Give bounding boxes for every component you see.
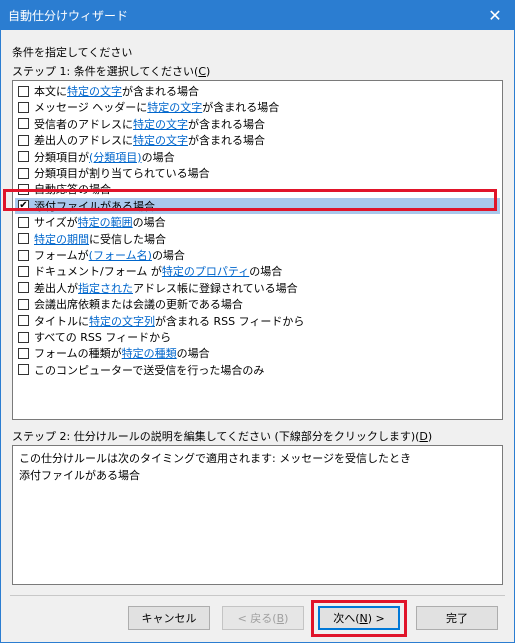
condition-text: すべての RSS フィードから (34, 331, 172, 344)
condition-item[interactable]: 差出人のアドレスに 特定の文字 が含まれる場合 (15, 132, 500, 148)
condition-checkbox[interactable] (18, 118, 29, 130)
condition-item[interactable]: このコンピューターで送受信を行った場合のみ (15, 362, 500, 378)
condition-text: の場合 (176, 347, 210, 361)
condition-link[interactable]: 特定の期間 (34, 231, 89, 247)
condition-item[interactable]: 差出人が 指定された アドレス帳に登録されている場合 (15, 280, 500, 296)
condition-text: 本文に (34, 85, 67, 98)
step1-label: ステップ 1: 条件を選択してください(C) (12, 65, 211, 78)
condition-text: 添付ファイルがある場合 (34, 199, 155, 213)
condition-text: の場合 (141, 150, 175, 164)
condition-text: 分類項目が (34, 150, 89, 164)
condition-link[interactable]: 特定の範囲 (78, 214, 133, 230)
condition-text: の場合 (132, 216, 166, 230)
window-title: 自動仕分けウィザード (8, 8, 129, 23)
condition-checkbox[interactable] (18, 347, 29, 359)
condition-item[interactable]: 自動応答の場合 (15, 181, 500, 197)
condition-text: の場合 (249, 265, 283, 279)
condition-item[interactable]: 特定の期間 に受信した場合 (15, 231, 500, 247)
condition-link[interactable]: (フォーム名) (89, 247, 152, 263)
next-button[interactable]: 次へ(N) > (318, 606, 400, 630)
condition-text: タイトルに (34, 314, 89, 328)
condition-link[interactable]: 特定の種類 (122, 345, 177, 361)
separator (10, 595, 505, 596)
condition-link[interactable]: 指定された (78, 280, 133, 296)
condition-checkbox[interactable] (18, 183, 29, 195)
condition-text: アドレス帳に登録されている場合 (133, 281, 298, 295)
condition-checkbox[interactable] (18, 85, 29, 97)
condition-link[interactable]: 特定の文字 (133, 132, 188, 148)
condition-item[interactable]: すべての RSS フィードから (15, 329, 500, 345)
condition-text: の場合 (151, 249, 185, 262)
condition-checkbox[interactable] (18, 364, 29, 376)
condition-checkbox[interactable] (18, 331, 29, 343)
condition-link[interactable]: 特定の文字 (67, 83, 122, 99)
rule-description-line: この仕分けルールは次のタイミングで適用されます: メッセージを受信したとき (19, 452, 411, 465)
rule-description-line: 添付ファイルがある場合 (19, 469, 140, 482)
condition-item[interactable]: タイトルに 特定の文字列 が含まれる RSS フィードから (15, 313, 500, 329)
condition-checkbox[interactable] (18, 315, 29, 327)
condition-text: 受信者のアドレスに (34, 117, 133, 131)
step2-label: ステップ 2: 仕分けルールの説明を編集してください (下線部分をクリックします… (12, 430, 433, 443)
condition-text: 分類項目が割り当てられている場合 (34, 167, 210, 180)
condition-checkbox[interactable]: ✔ (18, 200, 29, 212)
condition-item[interactable]: フォームの種類が 特定の種類 の場合 (15, 345, 500, 361)
condition-item[interactable]: ✔ 添付ファイルがある場合 (15, 197, 500, 214)
close-icon[interactable]: ✕ (475, 0, 515, 30)
condition-checkbox[interactable] (18, 298, 29, 310)
finish-button[interactable]: 完了 (416, 606, 498, 630)
condition-item[interactable]: サイズが 特定の範囲 の場合 (15, 214, 500, 230)
condition-checkbox[interactable] (18, 265, 29, 277)
condition-text: 会議出席依頼または会議の更新である場合 (34, 298, 243, 312)
condition-item[interactable]: 本文に 特定の文字 が含まれる場合 (15, 83, 500, 99)
condition-text: が含まれる場合 (122, 85, 199, 98)
cancel-button[interactable]: キャンセル (128, 606, 210, 630)
condition-checkbox[interactable] (18, 282, 29, 294)
condition-text: が含まれる場合 (202, 101, 280, 115)
condition-checkbox[interactable] (18, 216, 29, 228)
condition-link[interactable]: 特定の文字 (147, 99, 202, 115)
condition-checkbox[interactable] (18, 167, 29, 179)
condition-text: サイズが (34, 216, 78, 230)
condition-checkbox[interactable] (18, 233, 29, 245)
condition-item[interactable]: 分類項目が (分類項目) の場合 (15, 149, 500, 165)
condition-link[interactable]: 特定の文字 (133, 116, 188, 132)
condition-text: このコンピューターで送受信を行った場合のみ (34, 363, 265, 377)
condition-text: フォームが (34, 249, 89, 262)
condition-text: が含まれる RSS フィードから (155, 314, 305, 328)
condition-text: 差出人のアドレスに (34, 134, 133, 148)
condition-text: 差出人が (34, 281, 78, 295)
condition-text: 自動応答の場合 (34, 183, 111, 197)
condition-link[interactable]: 特定の文字列 (89, 313, 155, 329)
rule-description-box[interactable]: この仕分けルールは次のタイミングで適用されます: メッセージを受信したとき 添付… (12, 445, 503, 585)
condition-checkbox[interactable] (18, 249, 29, 261)
condition-item[interactable]: 分類項目が割り当てられている場合 (15, 165, 500, 181)
condition-checkbox[interactable] (18, 151, 29, 163)
condition-checkbox[interactable] (18, 101, 29, 113)
condition-item[interactable]: フォームが (フォーム名) の場合 (15, 247, 500, 263)
condition-text: フォームの種類が (34, 347, 122, 361)
condition-list[interactable]: 本文に 特定の文字 が含まれる場合 メッセージ ヘッダーに 特定の文字 が含まれる… (12, 80, 503, 420)
condition-text: ドキュメント/フォーム が (34, 265, 162, 279)
condition-item[interactable]: メッセージ ヘッダーに 特定の文字 が含まれる場合 (15, 99, 500, 115)
condition-checkbox[interactable] (18, 134, 29, 146)
condition-item[interactable]: ドキュメント/フォーム が 特定のプロパティ の場合 (15, 263, 500, 279)
instruction-label: 条件を指定してください (12, 46, 133, 59)
condition-text: が含まれる場合 (188, 117, 265, 131)
condition-link[interactable]: 特定のプロパティ (162, 263, 249, 279)
condition-text: に受信した場合 (89, 232, 166, 246)
condition-link[interactable]: (分類項目) (89, 149, 142, 165)
condition-item[interactable]: 会議出席依頼または会議の更新である場合 (15, 296, 500, 312)
condition-text: メッセージ ヘッダーに (34, 101, 148, 115)
condition-text: が含まれる場合 (188, 134, 265, 148)
condition-item[interactable]: 受信者のアドレスに 特定の文字 が含まれる場合 (15, 116, 500, 132)
title-bar: 自動仕分けウィザード ✕ (0, 0, 515, 30)
back-button[interactable]: < 戻る(B) (222, 606, 304, 630)
